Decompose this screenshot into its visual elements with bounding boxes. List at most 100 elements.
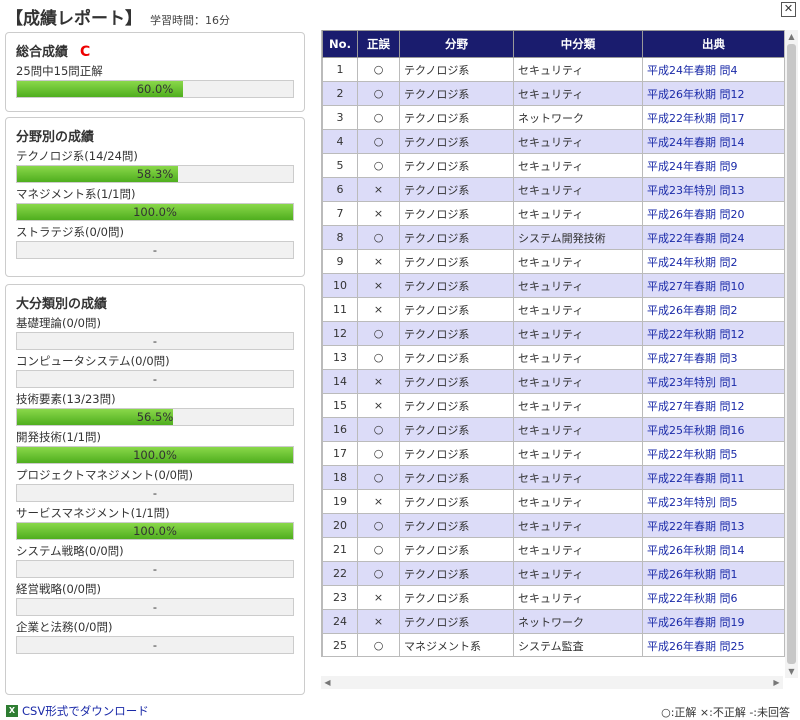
subcategory-cell: セキュリティ	[513, 369, 643, 394]
table-row[interactable]: 24 × テクノロジ系 ネットワーク 平成26年春期 問19	[322, 609, 784, 634]
field-cell: テクノロジ系	[399, 441, 514, 466]
field-panel: 分野別の成績 テクノロジ系(14/24問) 58.3% マネジメント系(1/1問) 1…	[5, 117, 305, 277]
source-link[interactable]: 平成25年秋期 問16	[642, 417, 784, 442]
stat-label: 企業と法務(0/0問)	[16, 620, 113, 634]
answer-legend: ○:正解 ×:不正解 -:未回答	[661, 706, 790, 719]
table-row[interactable]: 19 × テクノロジ系 セキュリティ 平成23年特別 問5	[322, 489, 784, 514]
table-row[interactable]: 18 ○ テクノロジ系 セキュリティ 平成22年春期 問11	[322, 465, 784, 490]
source-link[interactable]: 平成27年春期 問12	[642, 393, 784, 418]
stat-progress-text: -	[152, 638, 158, 652]
source-link[interactable]: 平成26年春期 問20	[642, 201, 784, 226]
field-cell: テクノロジ系	[399, 585, 514, 610]
field-cell: テクノロジ系	[399, 537, 514, 562]
source-link[interactable]: 平成23年特別 問13	[642, 177, 784, 202]
result-mark: ○	[357, 153, 400, 178]
source-link[interactable]: 平成26年春期 問2	[642, 297, 784, 322]
field-cell: テクノロジ系	[399, 153, 514, 178]
csv-download-link[interactable]: CSV形式でダウンロード	[22, 703, 149, 719]
vertical-scrollbar[interactable]: ▲ ▼	[785, 30, 798, 678]
row-number: 12	[322, 321, 358, 346]
overall-title-text: 総合成績	[16, 45, 69, 60]
source-link[interactable]: 平成22年秋期 問12	[642, 321, 784, 346]
source-link[interactable]: 平成22年秋期 問5	[642, 441, 784, 466]
field-cell: テクノロジ系	[399, 225, 514, 250]
source-link[interactable]: 平成24年春期 問4	[642, 57, 784, 82]
table-row[interactable]: 25 ○ マネジメント系 システム監査 平成26年春期 問25	[322, 633, 784, 656]
row-number: 14	[322, 369, 358, 394]
table-row[interactable]: 4 ○ テクノロジ系 セキュリティ 平成24年春期 問14	[322, 129, 784, 154]
table-row[interactable]: 3 ○ テクノロジ系 ネットワーク 平成22年秋期 問17	[322, 105, 784, 130]
source-link[interactable]: 平成24年春期 問14	[642, 129, 784, 154]
source-link[interactable]: 平成22年春期 問24	[642, 225, 784, 250]
source-link[interactable]: 平成26年春期 問19	[642, 609, 784, 634]
stat-progress-bar: -	[16, 332, 294, 350]
table-row[interactable]: 14 × テクノロジ系 セキュリティ 平成23年特別 問1	[322, 369, 784, 394]
stat-progress-text: 56.5%	[136, 410, 174, 424]
table-header-row: No. 正誤 分野 中分類 出典	[322, 30, 784, 58]
result-mark: ○	[357, 441, 400, 466]
source-link[interactable]: 平成26年秋期 問1	[642, 561, 784, 586]
row-number: 5	[322, 153, 358, 178]
source-link[interactable]: 平成27年春期 問10	[642, 273, 784, 298]
table-row[interactable]: 6 × テクノロジ系 セキュリティ 平成23年特別 問13	[322, 177, 784, 202]
csv-download[interactable]: X CSV形式でダウンロード	[6, 703, 149, 719]
table-row[interactable]: 22 ○ テクノロジ系 セキュリティ 平成26年秋期 問1	[322, 561, 784, 586]
table-row[interactable]: 17 ○ テクノロジ系 セキュリティ 平成22年秋期 問5	[322, 441, 784, 466]
result-mark: ○	[357, 465, 400, 490]
scroll-right-icon[interactable]: ▶	[770, 676, 783, 689]
table-row[interactable]: 21 ○ テクノロジ系 セキュリティ 平成26年秋期 問14	[322, 537, 784, 562]
table-row[interactable]: 1 ○ テクノロジ系 セキュリティ 平成24年春期 問4	[322, 57, 784, 82]
table-row[interactable]: 11 × テクノロジ系 セキュリティ 平成26年春期 問2	[322, 297, 784, 322]
table-row[interactable]: 9 × テクノロジ系 セキュリティ 平成24年秋期 問2	[322, 249, 784, 274]
field-cell: テクノロジ系	[399, 417, 514, 442]
source-link[interactable]: 平成23年特別 問5	[642, 489, 784, 514]
source-link[interactable]: 平成26年春期 問25	[642, 633, 784, 656]
subcategory-cell: セキュリティ	[513, 393, 643, 418]
table-row[interactable]: 10 × テクノロジ系 セキュリティ 平成27年春期 問10	[322, 273, 784, 298]
source-link[interactable]: 平成26年秋期 問14	[642, 537, 784, 562]
field-cell: テクノロジ系	[399, 321, 514, 346]
table-row[interactable]: 5 ○ テクノロジ系 セキュリティ 平成24年春期 問9	[322, 153, 784, 178]
table-row[interactable]: 13 ○ テクノロジ系 セキュリティ 平成27年春期 問3	[322, 345, 784, 370]
horizontal-scrollbar[interactable]: ◀ ▶	[321, 676, 783, 689]
table-row[interactable]: 15 × テクノロジ系 セキュリティ 平成27年春期 問12	[322, 393, 784, 418]
source-link[interactable]: 平成23年特別 問1	[642, 369, 784, 394]
table-row[interactable]: 20 ○ テクノロジ系 セキュリティ 平成22年春期 問13	[322, 513, 784, 538]
table-row[interactable]: 8 ○ テクノロジ系 システム開発技術 平成22年春期 問24	[322, 225, 784, 250]
result-mark: ×	[357, 393, 400, 418]
vertical-scroll-thumb[interactable]	[787, 44, 796, 664]
scroll-left-icon[interactable]: ◀	[321, 676, 334, 689]
stat-label: プロジェクトマネジメント(0/0問)	[16, 468, 193, 482]
close-button[interactable]: ✕	[781, 2, 796, 17]
table-row[interactable]: 23 × テクノロジ系 セキュリティ 平成22年秋期 問6	[322, 585, 784, 610]
row-number: 19	[322, 489, 358, 514]
field-cell: テクノロジ系	[399, 489, 514, 514]
table-row[interactable]: 12 ○ テクノロジ系 セキュリティ 平成22年秋期 問12	[322, 321, 784, 346]
stat-label: 技術要素(13/23問)	[16, 392, 116, 406]
table-row[interactable]: 16 ○ テクノロジ系 セキュリティ 平成25年秋期 問16	[322, 417, 784, 442]
source-link[interactable]: 平成24年秋期 問2	[642, 249, 784, 274]
source-link[interactable]: 平成22年春期 問11	[642, 465, 784, 490]
stat-progress-bar: -	[16, 598, 294, 616]
stat-progress-bar: 100.0%	[16, 522, 294, 540]
table-row[interactable]: 2 ○ テクノロジ系 セキュリティ 平成26年秋期 問12	[322, 81, 784, 106]
subcategory-cell: セキュリティ	[513, 585, 643, 610]
result-mark: ○	[357, 513, 400, 538]
table-row[interactable]: 7 × テクノロジ系 セキュリティ 平成26年春期 問20	[322, 201, 784, 226]
source-link[interactable]: 平成26年秋期 問12	[642, 81, 784, 106]
source-link[interactable]: 平成22年秋期 問17	[642, 105, 784, 130]
source-link[interactable]: 平成27年春期 問3	[642, 345, 784, 370]
stat-progress-text: 100.0%	[133, 524, 177, 538]
stat-progress-text: -	[152, 372, 158, 386]
source-link[interactable]: 平成22年秋期 問6	[642, 585, 784, 610]
source-link[interactable]: 平成24年春期 問9	[642, 153, 784, 178]
result-mark: ×	[357, 585, 400, 610]
field-cell: テクノロジ系	[399, 105, 514, 130]
subcategory-cell: セキュリティ	[513, 561, 643, 586]
scroll-up-icon[interactable]: ▲	[785, 30, 798, 43]
row-number: 3	[322, 105, 358, 130]
stat-progress-bar: 56.5%	[16, 408, 294, 426]
scroll-down-icon[interactable]: ▼	[785, 665, 798, 678]
column-header: 分野	[399, 30, 514, 58]
source-link[interactable]: 平成22年春期 問13	[642, 513, 784, 538]
